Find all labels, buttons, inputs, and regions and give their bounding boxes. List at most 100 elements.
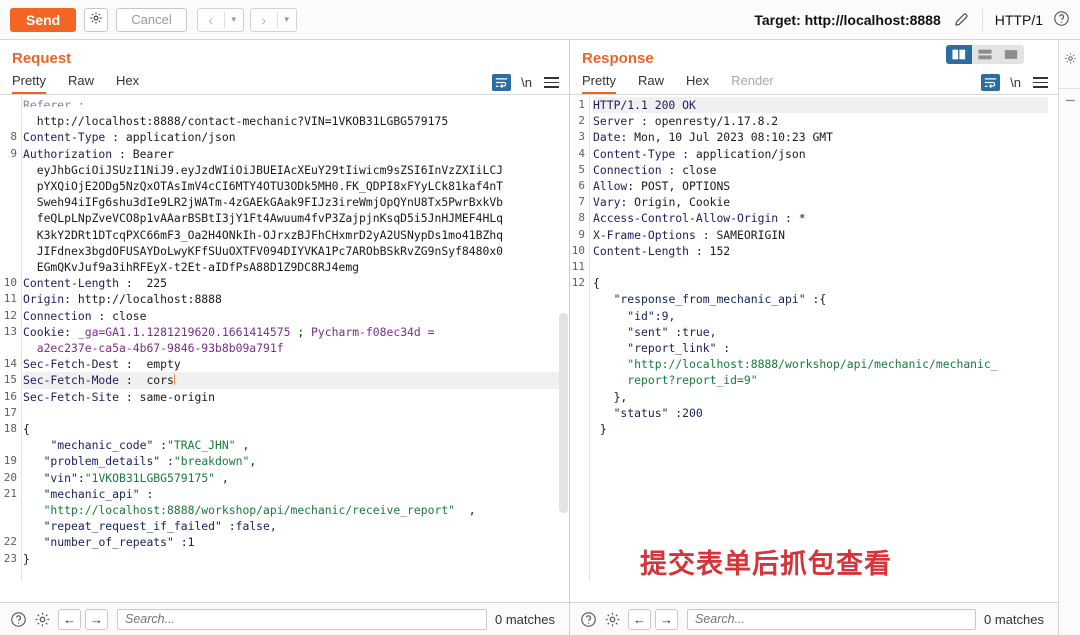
gear-icon[interactable] [604, 611, 621, 628]
code-token: : [716, 341, 731, 355]
code-line[interactable]: Content-Type : application/json [593, 146, 1048, 162]
code-line[interactable]: Server : openresty/1.17.8.2 [593, 113, 1048, 129]
newline-toggle[interactable]: \n [1010, 75, 1021, 90]
code-line[interactable]: Allow: POST, OPTIONS [593, 178, 1048, 194]
code-line[interactable]: "http://localhost:8888/workshop/api/mech… [23, 502, 559, 518]
code-line[interactable]: pYXQiOjE2ODg5NzQxOTAsImV4cCI6MTY4OTU3ODk… [23, 178, 559, 194]
code-line[interactable]: Cookie: _ga=GA1.1.1281219620.1661414575 … [23, 324, 559, 340]
code-line[interactable]: "mechanic_code" :"TRAC_JHN" , [23, 437, 559, 453]
code-line[interactable]: "vin":"1VKOB31LGBG579175" , [23, 470, 559, 486]
code-line[interactable]: Content-Type : application/json [23, 129, 559, 145]
code-line[interactable]: { [593, 275, 1048, 291]
code-line[interactable]: X-Frame-Options : SAMEORIGIN [593, 227, 1048, 243]
code-line[interactable]: report?report_id=9" [593, 372, 1048, 388]
code-line[interactable]: Authorization : Bearer [23, 146, 559, 162]
request-tab-pretty[interactable]: Pretty [12, 73, 46, 94]
code-line[interactable]: Content-Length : 152 [593, 243, 1048, 259]
split-vertical-view-button[interactable] [946, 45, 972, 64]
search-forward-button[interactable]: → [85, 608, 108, 630]
search-back-button[interactable]: ← [58, 608, 81, 630]
code-line[interactable]: "mechanic_api" : [23, 486, 559, 502]
chevron-right-icon[interactable]: › [251, 9, 277, 31]
code-line[interactable]: } [23, 551, 559, 567]
code-token: : 225 [119, 276, 168, 291]
code-line[interactable]: "response_from_mechanic_api" :{ [593, 291, 1048, 307]
response-search-input[interactable] [687, 608, 977, 630]
code-token: Origin [23, 292, 65, 307]
code-line[interactable]: { [23, 421, 559, 437]
help-circle-icon[interactable] [1053, 10, 1070, 30]
code-line[interactable]: http://localhost:8888/contact-mechanic?V… [23, 113, 559, 129]
code-line[interactable]: eyJhbGciOiJSUzI1NiJ9.eyJzdWIiOiJBUEIAcXE… [23, 162, 559, 178]
code-line[interactable]: HTTP/1.1 200 OK [593, 97, 1048, 114]
collapse-icon[interactable] [1059, 88, 1080, 112]
request-settings-button[interactable] [84, 7, 109, 32]
response-tab-hex[interactable]: Hex [686, 73, 709, 94]
prev-request-group[interactable]: ‹ ▼ [196, 7, 244, 32]
chevron-left-icon[interactable]: ‹ [198, 9, 224, 31]
http-version-label[interactable]: HTTP/1 [995, 12, 1043, 28]
request-search-input[interactable] [117, 608, 488, 630]
request-tab-raw[interactable]: Raw [68, 73, 94, 94]
code-line[interactable]: "number_of_repeats" :1 [23, 534, 559, 550]
code-line[interactable]: Access-Control-Allow-Origin : * [593, 210, 1048, 226]
word-wrap-icon[interactable] [492, 74, 512, 91]
code-token: "1VKOB31LGBG579175" [84, 470, 216, 485]
code-line[interactable]: Origin: http://localhost:8888 [23, 291, 559, 307]
code-line[interactable]: "id":9, [593, 308, 1048, 324]
split-horizontal-view-button[interactable] [972, 45, 998, 64]
code-line[interactable]: "http://localhost:8888/workshop/api/mech… [593, 356, 1048, 372]
code-line[interactable] [23, 405, 559, 421]
code-token: : cors [119, 373, 174, 388]
search-back-button[interactable]: ← [628, 608, 651, 630]
code-token: Sec-Fetch-Dest [23, 357, 120, 372]
code-line[interactable] [593, 259, 1048, 275]
pencil-icon[interactable] [953, 11, 970, 28]
word-wrap-icon[interactable] [981, 74, 1001, 91]
code-line[interactable]: Connection : close [593, 162, 1048, 178]
send-button[interactable]: Send [10, 7, 77, 32]
next-caret-down-icon[interactable]: ▼ [278, 9, 296, 31]
hamburger-menu-icon[interactable] [1033, 77, 1048, 88]
response-tab-render[interactable]: Render [731, 73, 774, 94]
cancel-button[interactable]: Cancel [116, 7, 187, 32]
code-line[interactable]: Sweh94iIFg6shu3dIe9LR2jWATm-4zGAEkGAak9F… [23, 194, 559, 210]
help-circle-icon[interactable] [580, 611, 597, 628]
code-line[interactable]: Referer : [23, 97, 559, 107]
code-line[interactable]: Connection : close [23, 308, 559, 324]
code-line[interactable]: "sent" :true, [593, 324, 1048, 340]
code-line[interactable]: }, [593, 389, 1048, 405]
prev-caret-down-icon[interactable]: ▼ [225, 9, 243, 31]
code-line[interactable]: "problem_details" :"breakdown", [23, 453, 559, 469]
single-pane-view-button[interactable] [998, 45, 1024, 64]
request-scrollbar-thumb[interactable] [559, 313, 568, 513]
code-line[interactable]: Sec-Fetch-Dest : empty [23, 356, 559, 372]
hamburger-menu-icon[interactable] [544, 77, 559, 88]
code-line[interactable]: Sec-Fetch-Site : same-origin [23, 389, 559, 405]
response-tab-pretty[interactable]: Pretty [582, 73, 616, 94]
code-line[interactable]: EGmQKvJuf9a3ihRFEyX-t2Et-aIDfPsA88D1Z9DC… [23, 259, 559, 275]
code-line[interactable]: "repeat_request_if_failed" :false, [23, 518, 559, 534]
response-tab-raw[interactable]: Raw [638, 73, 664, 94]
code-line[interactable]: Date: Mon, 10 Jul 2023 08:10:23 GMT [593, 129, 1048, 145]
newline-toggle[interactable]: \n [521, 75, 532, 90]
code-line[interactable]: Content-Length : 225 [23, 275, 559, 291]
next-request-group[interactable]: › ▼ [249, 7, 297, 32]
gear-icon[interactable] [34, 611, 51, 628]
code-line[interactable]: feQLpLNpZveVCO8p1vAAarBSBtI3jY1Ft4Awuum4… [23, 210, 559, 226]
help-circle-icon[interactable] [10, 611, 27, 628]
code-line[interactable]: Sec-Fetch-Mode : cors [23, 372, 559, 389]
code-token: }, [593, 389, 628, 404]
code-line[interactable]: Vary: Origin, Cookie [593, 194, 1048, 210]
request-editor[interactable]: 8 9 10 11 12 13 14 15 16 17 18 19 20 21 22 23 Referer :… [0, 95, 569, 581]
search-forward-button[interactable]: → [655, 608, 678, 630]
code-line[interactable]: "report_link" : [593, 340, 1048, 356]
request-tab-hex[interactable]: Hex [116, 73, 139, 94]
gear-icon[interactable] [1059, 46, 1080, 70]
code-line[interactable]: "status" :200 [593, 405, 1048, 421]
code-line[interactable]: } [593, 421, 1048, 437]
response-editor[interactable]: 1 2 3 4 5 6 7 8 9 10 11 12 HTTP/1.1 200 OK Server : … [570, 95, 1058, 581]
code-line[interactable]: K3kY2DRt1DTcqPXC66mF3_Oa2H4ONkIh-OJrxzBJ… [23, 227, 559, 243]
code-line[interactable]: JIFdnex3bgdOFUSAYDoLwyKFfSUuOXTFV094DIYV… [23, 243, 559, 259]
code-line[interactable]: a2ec237e-ca5a-4b67-9846-93b8b09a791f [23, 340, 559, 356]
